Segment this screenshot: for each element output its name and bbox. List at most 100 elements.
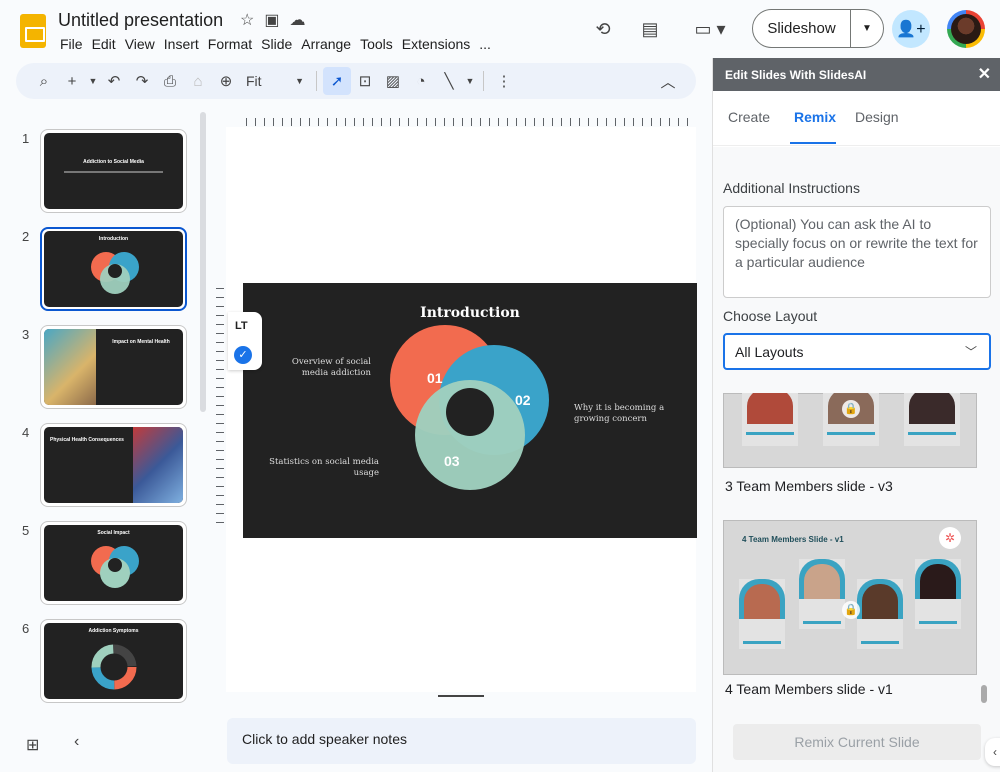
addon-floating-toolbar: LT ✓ (228, 312, 262, 370)
tab-create[interactable]: Create (728, 109, 770, 125)
slide-thumbnail-row[interactable]: 6 Addiction Symptoms (0, 619, 200, 705)
check-icon[interactable]: ✓ (234, 346, 252, 364)
tab-design[interactable]: Design (855, 109, 899, 125)
more-options-icon[interactable]: ⋮ (490, 67, 518, 95)
menu-insert[interactable]: Insert (164, 36, 208, 52)
slide-thumbnail-row[interactable]: 4 Physical Health Consequences (0, 423, 200, 509)
new-slide-icon[interactable]: + (58, 67, 86, 95)
grid-view-icon[interactable]: ⊞ (26, 735, 39, 755)
panel-tabs: Create Remix Design (713, 91, 1000, 146)
filmstrip-scrollbar[interactable] (200, 112, 206, 412)
history-icon[interactable]: ⟲ (590, 16, 616, 42)
lock-icon: 🔒 (842, 400, 860, 418)
meet-icon[interactable]: ▭ ▾ (688, 16, 732, 42)
member-card (799, 559, 845, 629)
slide-thumbnail[interactable]: Addiction to Social Media (40, 129, 187, 213)
zoom-select[interactable]: Fit ▼ (240, 73, 310, 89)
new-slide-dropdown-icon[interactable]: ▼ (86, 67, 100, 95)
layout-caption: 3 Team Members slide - v3 (725, 478, 893, 494)
layouts-scrollbar[interactable] (981, 685, 987, 703)
speaker-notes[interactable]: Click to add speaker notes (227, 718, 696, 764)
slide-thumbnail-row[interactable]: 5 Social Impact (0, 521, 200, 607)
redo-icon[interactable]: ↷ (128, 67, 156, 95)
tab-remix[interactable]: Remix (794, 109, 836, 125)
slide-number: 6 (22, 621, 30, 636)
line-icon[interactable]: ╲ (435, 67, 463, 95)
venn-diagram[interactable]: 01 02 03 (243, 283, 697, 538)
share-button[interactable]: 👤+ (892, 10, 930, 48)
remix-current-slide-button[interactable]: Remix Current Slide (733, 724, 981, 760)
slide-number: 4 (22, 425, 30, 440)
collapse-toolbar-icon[interactable]: ︿ (654, 67, 682, 95)
menu-extensions[interactable]: Extensions (402, 36, 479, 52)
slideshow-button[interactable]: Slideshow (753, 10, 851, 47)
slide-filmstrip: 1 Addiction to Social Media 2 Introducti… (0, 112, 210, 712)
menu-edit[interactable]: Edit (92, 36, 125, 52)
shape-icon[interactable]: ◔ (407, 67, 435, 95)
star-icon[interactable]: ☆ (240, 10, 254, 30)
slide-thumbnail-row[interactable]: 3 Impact on Mental Health (0, 325, 200, 411)
member-card (904, 393, 960, 446)
text-box-icon[interactable]: ⊡ (351, 67, 379, 95)
menu-slide[interactable]: Slide (261, 36, 301, 52)
avatar[interactable] (947, 10, 985, 48)
ring-center-hole (446, 388, 494, 436)
slide-thumbnail[interactable]: Addiction Symptoms (40, 619, 187, 703)
member-card (739, 579, 785, 649)
slide-thumbnail-row[interactable]: 2 Introduction (0, 227, 200, 313)
slide-thumbnail-selected[interactable]: Introduction (40, 227, 187, 311)
undo-icon[interactable]: ↶ (100, 67, 128, 95)
instructions-textarea[interactable]: (Optional) You can ask the AI to special… (723, 206, 991, 298)
languagetool-icon[interactable]: LT (235, 320, 248, 332)
layout-label: Choose Layout (723, 308, 818, 324)
menu-arrange[interactable]: Arrange (301, 36, 360, 52)
vertical-ruler (216, 288, 226, 528)
zoom-dropdown-icon: ▼ (295, 76, 304, 86)
thumbnail-title: Physical Health Consequences (50, 437, 124, 443)
slide-thumbnail[interactable]: Social Impact (40, 521, 187, 605)
member-card (742, 393, 798, 446)
menu-file[interactable]: File (60, 36, 92, 52)
toolbar-divider (316, 71, 317, 91)
zoom-icon[interactable]: ⊕ (212, 67, 240, 95)
image-icon[interactable]: ▨ (379, 67, 407, 95)
panel-title: Edit Slides With SlidesAI (725, 68, 867, 82)
close-icon[interactable]: ✕ (978, 64, 991, 84)
slide-thumbnail-row[interactable]: 1 Addiction to Social Media (0, 129, 200, 215)
cloud-status-icon[interactable]: ☁ (289, 10, 305, 30)
thumbnail-title: Impact on Mental Health (112, 339, 170, 345)
menu-format[interactable]: Format (208, 36, 261, 52)
slide-number: 3 (22, 327, 30, 342)
collapse-filmstrip-icon[interactable]: ‹ (74, 733, 79, 751)
print-icon[interactable]: ⎙ (156, 67, 184, 95)
thumbnail-diagram (91, 546, 139, 588)
title-bar: Untitled presentation ☆ ▣ ☁ File Edit Vi… (0, 0, 1000, 60)
notes-resize-handle[interactable] (438, 695, 484, 697)
menu-tools[interactable]: Tools (360, 36, 402, 52)
select-cursor-icon[interactable]: ➚ (323, 67, 351, 95)
slide-thumbnail[interactable]: Physical Health Consequences (40, 423, 187, 507)
move-folder-icon[interactable]: ▣ (264, 10, 279, 30)
comments-icon[interactable]: ▤ (637, 16, 663, 42)
line-dropdown-icon[interactable]: ▼ (463, 67, 477, 95)
layout-select[interactable]: All Layouts ﹀ (723, 333, 991, 370)
toolbar-divider (483, 71, 484, 91)
expand-panel-icon[interactable]: ‹ (985, 738, 1000, 766)
slide-thumbnail[interactable]: Impact on Mental Health (40, 325, 187, 409)
layout-card-3-members[interactable]: 🔒 (723, 393, 977, 468)
slide-number: 5 (22, 523, 30, 538)
slides-logo-icon[interactable] (20, 14, 46, 48)
instructions-label: Additional Instructions (723, 180, 860, 196)
premium-badge-icon: ✲ (939, 527, 961, 549)
search-menus-icon[interactable]: ⌕ (30, 67, 58, 95)
slide-number: 1 (22, 131, 30, 146)
document-title[interactable]: Untitled presentation (58, 10, 223, 31)
paint-format-icon[interactable]: ⌂ (184, 67, 212, 95)
ring-label-01: 01 (427, 370, 443, 386)
toolbar: ⌕ + ▼ ↶ ↷ ⎙ ⌂ ⊕ Fit ▼ ➚ ⊡ ▨ ◔ ╲ ▼ ⋮ ︿ (16, 63, 696, 99)
menu-more[interactable]: ... (479, 36, 500, 52)
layout-card-4-members[interactable]: 4 Team Members Slide - v1 ✲ 🔒 (723, 520, 977, 675)
menu-view[interactable]: View (125, 36, 164, 52)
current-slide[interactable]: Introduction Overview of social media ad… (243, 283, 697, 538)
slideshow-dropdown-icon[interactable]: ▼ (851, 23, 883, 34)
